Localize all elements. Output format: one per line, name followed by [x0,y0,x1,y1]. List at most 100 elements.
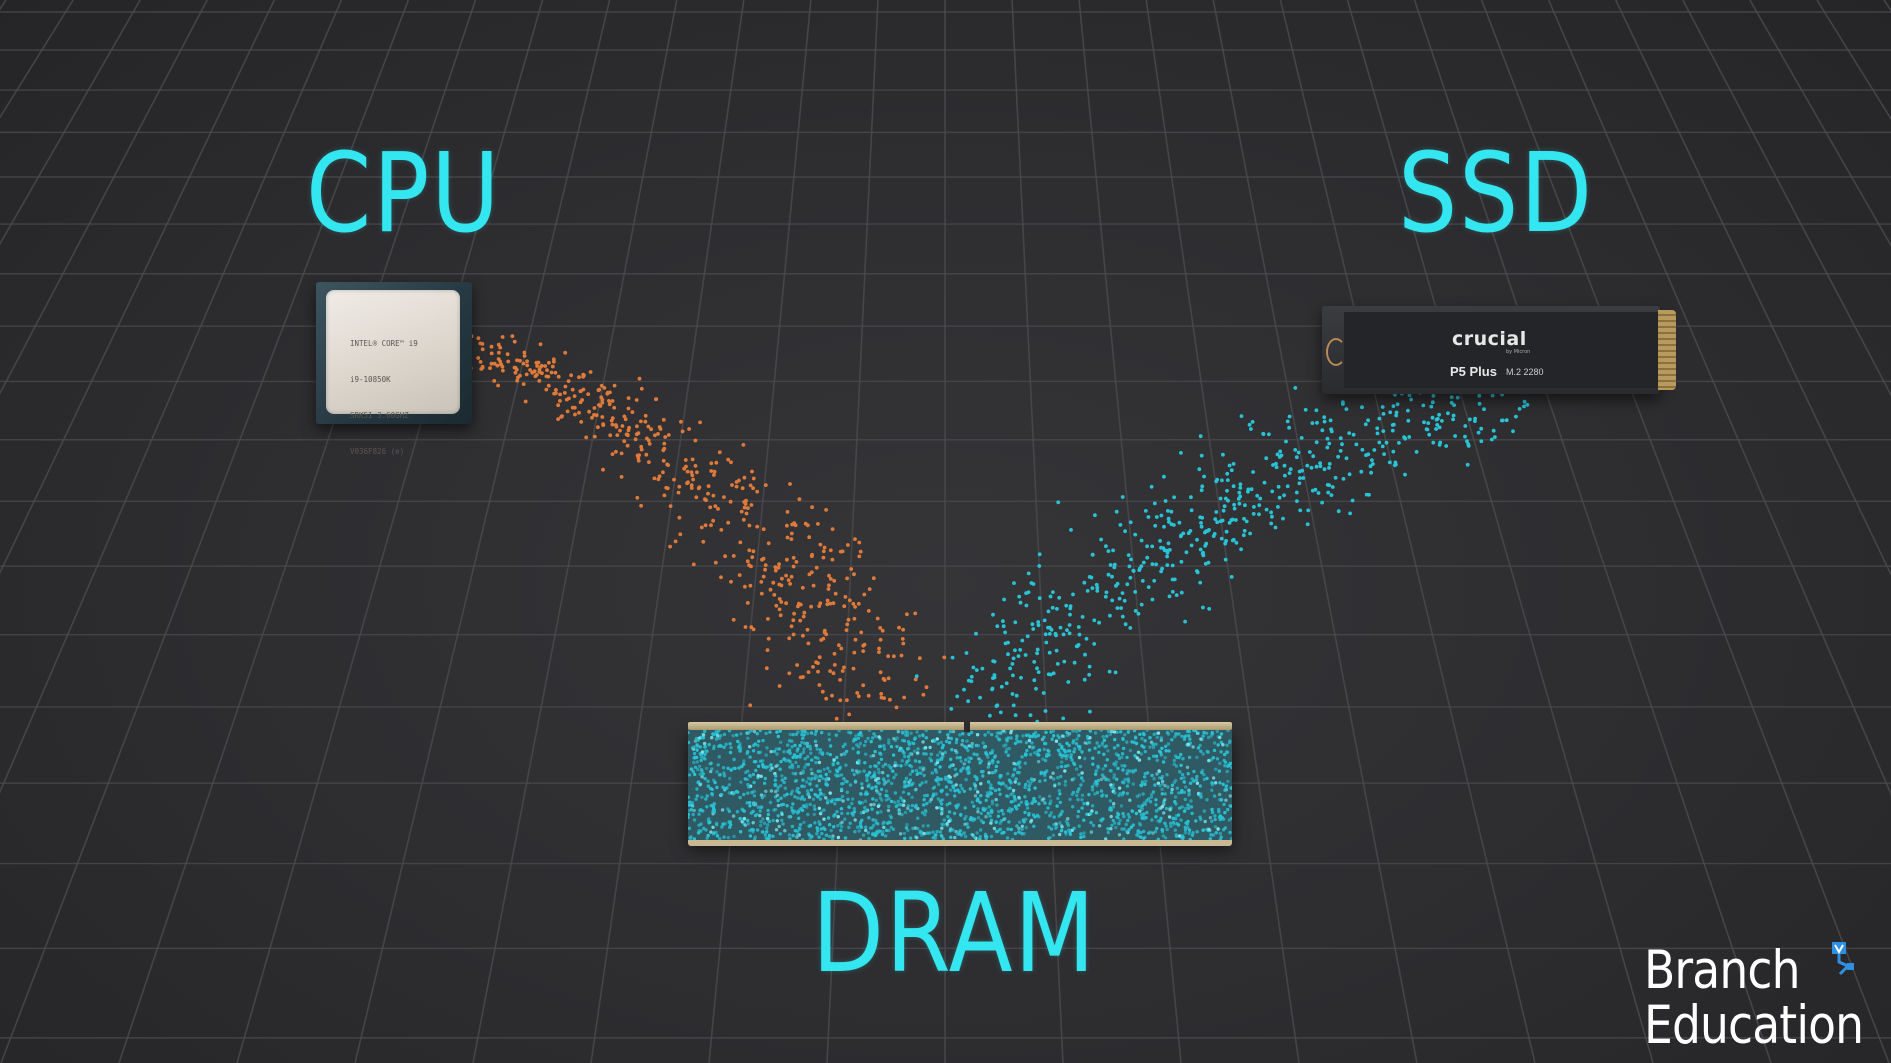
dram-dot [902,780,907,784]
dram-dot [734,733,739,737]
dram-dot [1082,801,1086,806]
data-particle [974,631,978,636]
dram-dot [1217,815,1222,819]
data-particle [513,370,518,375]
dram-dot [751,821,755,825]
data-particle [1143,509,1148,513]
dram-dot [746,736,750,740]
dram-dot [774,764,778,768]
data-particle [1296,450,1301,455]
dram-dot [775,752,779,756]
data-particle [1426,421,1431,425]
dram-dot [1109,827,1113,831]
data-particle [677,484,682,489]
data-particle [1123,622,1128,627]
dram-dot [931,830,935,834]
data-particle [1463,434,1467,439]
dram-dot [864,752,868,756]
dram-dot [1072,739,1076,743]
data-particle [845,698,849,703]
dram-dot [1097,744,1101,748]
dram-dot [972,835,977,839]
data-particle [892,654,896,659]
data-particle [719,575,723,580]
dram-dot [1104,777,1109,781]
dram-dot [1050,737,1054,741]
dram-dot [765,826,769,830]
dram-dot [1152,777,1156,781]
data-particle [1348,511,1352,516]
data-particle [1093,513,1097,518]
dram-dot [998,775,1002,779]
data-particle [1197,467,1202,472]
dram-dot [989,834,994,839]
data-particle [777,607,782,612]
dram-dot [1209,833,1213,837]
dram-dot [976,807,980,811]
dram-dot [903,810,908,815]
data-particle [878,626,883,630]
dram-dot [882,747,887,751]
dram-dot [1161,760,1166,764]
dram-dot [886,774,890,778]
dram-dot [1106,749,1110,753]
data-particle [773,568,778,573]
dram-dot [1100,741,1105,745]
data-particle [780,576,784,581]
dram-dot [783,786,787,790]
dram-dot [800,784,804,788]
data-particle [1010,692,1015,696]
dram-dot [802,820,806,825]
data-particle [1118,523,1123,527]
dram-dot [1174,833,1178,837]
data-particle [1477,393,1482,398]
dram-dot [984,815,988,819]
dram-dot [866,736,870,741]
data-particle [750,469,754,474]
data-particle [809,604,813,609]
dram-dot [1162,802,1166,806]
dram-dot [766,812,771,817]
dram-dot [1196,731,1201,735]
data-particle [1431,440,1436,445]
data-particle [722,495,726,499]
ssd-label-sticker [1344,312,1660,388]
dram-dot [1207,758,1211,763]
dram-dot [715,785,719,790]
dram-dot [1206,750,1210,754]
dram-dot [726,835,731,840]
dram-dot [890,769,894,773]
dram-dot [825,751,830,756]
data-particle [1231,537,1236,542]
dram-dot [731,766,736,771]
data-particle [563,384,568,389]
data-particle [1122,598,1127,603]
dram-dot [1133,735,1138,739]
dram-dot [862,769,866,773]
dram-dot [801,736,805,740]
dram-dot [1071,805,1075,809]
dram-dot [763,776,767,781]
dram-dot [922,803,926,807]
dram-dot [1218,792,1222,797]
data-particle [1189,543,1194,548]
data-particle [853,637,858,642]
data-particle [478,360,483,364]
dram-dot [912,749,917,753]
data-particle [619,475,624,479]
data-particle [525,359,529,364]
data-particle [1269,510,1273,515]
data-particle [806,641,811,646]
dram-dot [690,801,695,805]
dram-dot [1080,806,1084,810]
data-particle [1325,445,1330,450]
dram-dot [1156,819,1160,823]
dram-dot [1094,811,1099,815]
dram-dot [972,752,976,756]
dram-dot [822,767,826,772]
dram-dot [1155,758,1159,762]
dram-dot [790,745,794,749]
dram-dot [1173,828,1177,832]
dram-dot [1136,750,1141,754]
dram-dot [1186,806,1191,811]
